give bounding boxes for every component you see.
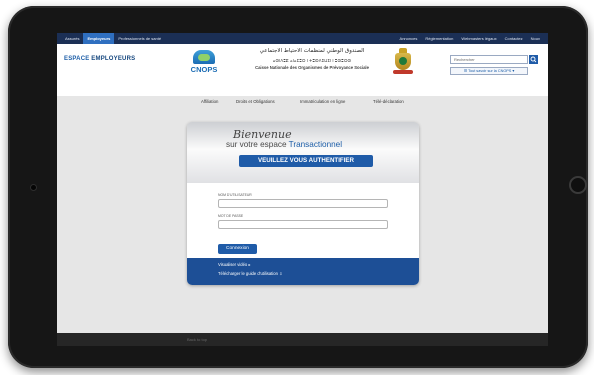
video-link[interactable]: Visualiser vidéo ▸ (218, 262, 251, 267)
nav-tele-declaration[interactable]: Télé-déclaration (373, 97, 404, 107)
camera-icon (31, 185, 36, 190)
espace-prefix: ESPACE (64, 56, 92, 62)
tout-savoir-dropdown[interactable]: ☰ Tout savoir sur la CNOPS ▾ (450, 67, 528, 75)
page-footer: Back to top (57, 333, 548, 346)
topnav-employeurs[interactable]: Employeurs (83, 33, 115, 44)
topnav-assures[interactable]: Assurés (61, 33, 83, 44)
top-navbar: Assurés Employeurs Professionnels de san… (57, 33, 548, 44)
cnops-logo-text: CNOPS (190, 65, 218, 74)
guide-download-link[interactable]: Télécharger le guide d'utilisation ⇩ (218, 271, 283, 276)
site-header: ESPACE EMPLOYEURS CNOPS الصندوق الوطني ل… (57, 44, 548, 104)
topnav-contactez[interactable]: Contactez (501, 33, 527, 44)
password-label: MOT DE PASSE (218, 214, 244, 218)
main-nav: Affiliation Droits et Obligations Immatr… (57, 97, 548, 107)
welcome-subheading: sur votre espace Transactionnel (226, 140, 342, 149)
home-button[interactable] (569, 176, 587, 194)
login-card-footer: Visualiser vidéo ▸ Télécharger le guide … (187, 258, 419, 285)
download-icon: ⇩ (279, 271, 283, 276)
auth-banner: VEUILLEZ VOUS AUTHENTIFIER (239, 155, 373, 167)
nav-immatriculation[interactable]: Immatriculation en ligne (300, 97, 345, 107)
emblem-star (399, 57, 407, 65)
cnops-name-tifinagh: ⴰⵙⵏⴷⵓⵇ ⴰⵏⴰⵎⵓⵔ ⵏ ⵜⵓⵙⴷⵉⵡⵉⵏ ⵏ ⵓⵙⵓⵔⵙ (272, 58, 352, 63)
topnav-professionnels[interactable]: Professionnels de santé (114, 33, 165, 44)
cnops-name-arabic: الصندوق الوطني لمنظمات الاحتياط الاجتماع… (259, 48, 365, 54)
nav-affiliation[interactable]: Affiliation (201, 97, 218, 107)
play-icon: ▸ (248, 262, 251, 267)
royal-emblem-icon (392, 48, 414, 76)
login-card-header: Bienvenue sur votre espace Transactionne… (187, 122, 419, 183)
transactionnel-text: Transactionnel (288, 140, 343, 149)
cnops-name-french: Caisse Nationale des Organismes de Prévo… (255, 65, 369, 70)
search-button[interactable] (529, 55, 538, 64)
topnav-reglementation[interactable]: Réglementation (421, 33, 457, 44)
topnav-annonces[interactable]: Annonces (396, 33, 422, 44)
topnav-webmasters[interactable]: Webmasters légaux (457, 33, 500, 44)
login-card: Bienvenue sur votre espace Transactionne… (187, 122, 419, 285)
tout-savoir-label: Tout savoir sur la CNOPS (468, 69, 512, 73)
search-input[interactable]: Rechercher (450, 55, 528, 64)
cnops-logo[interactable]: CNOPS (185, 50, 223, 80)
password-field[interactable] (218, 220, 388, 229)
login-form: NOM D'UTILISATEUR MOT DE PASSE Connexion (187, 183, 419, 258)
chevron-down-icon: ▾ (511, 69, 515, 73)
topnav-nouv[interactable]: Nouv (527, 33, 544, 44)
nav-droits-obligations[interactable]: Droits et Obligations (236, 97, 275, 107)
espace-title-strong: EMPLOYEURS (91, 56, 136, 62)
sur-votre-text: sur votre espace (226, 140, 289, 149)
emblem-base (393, 70, 413, 74)
username-field[interactable] (218, 199, 388, 208)
espace-employeurs-title: ESPACE EMPLOYEURS (64, 56, 135, 62)
connexion-button[interactable]: Connexion (218, 244, 257, 254)
browser-screen: Assurés Employeurs Professionnels de san… (57, 33, 548, 346)
username-label: NOM D'UTILISATEUR (218, 193, 252, 197)
footer-text[interactable]: Back to top (187, 337, 207, 342)
guide-link-label: Télécharger le guide d'utilisation (218, 271, 278, 276)
cnops-logo-icon (193, 50, 215, 64)
video-link-label: Visualiser vidéo (218, 262, 248, 267)
search-icon (530, 56, 537, 63)
